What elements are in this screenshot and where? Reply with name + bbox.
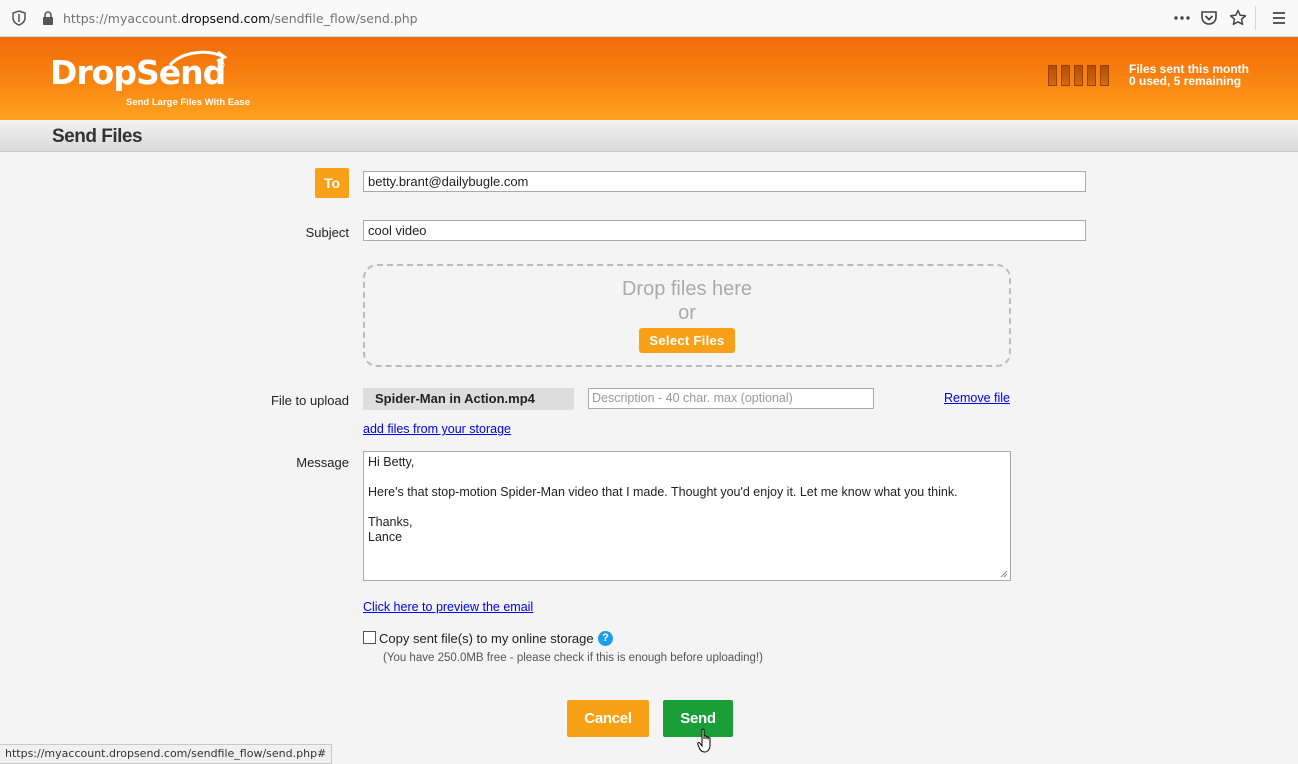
message-label: Message [296,455,349,470]
remove-file-link[interactable]: Remove file [944,391,1010,405]
pocket-icon[interactable] [1200,9,1218,27]
resize-grip-icon[interactable] [999,569,1008,578]
quota-slot [1100,65,1109,86]
subject-label: Subject [305,225,349,240]
add-from-storage-link[interactable]: add files from your storage [363,422,511,436]
preview-email-link[interactable]: Click here to preview the email [363,600,533,614]
dropsend-logo[interactable]: DropSend ® Send Large Files With Ease [50,50,250,108]
hand-cursor-icon [697,728,711,753]
drop-text: Drop files here [621,278,753,300]
more-actions-icon[interactable] [1173,9,1191,27]
lock-icon[interactable] [41,10,55,26]
message-textarea[interactable]: Hi Betty, Here's that stop-motion Spider… [363,451,1011,581]
storage-note: (You have 250.0MB free - please check if… [383,652,763,664]
to-button[interactable]: To [315,168,349,198]
file-name: Spider-Man in Action.mp4 [363,388,574,410]
logo-registered: ® [218,60,225,70]
toolbar-divider [1255,6,1256,30]
quota-text: Files sent this month 0 used, 5 remainin… [1129,63,1249,87]
quota-slot [1048,65,1057,86]
status-bar: https://myaccount.dropsend.com/sendfile_… [0,744,333,764]
menu-icon[interactable] [1270,9,1288,27]
drop-or-text: or [678,302,696,324]
copy-to-storage-checkbox[interactable] [363,631,376,644]
message-text: Hi Betty, Here's that stop-motion Spider… [368,455,958,544]
quota-detail: 0 used, 5 remaining [1129,74,1242,88]
address-bar[interactable]: https://myaccount.dropsend.com/sendfile_… [63,11,418,26]
logo-tagline: Send Large Files With Ease [126,97,250,108]
shield-icon[interactable] [12,10,26,26]
select-files-button[interactable]: Select Files [639,328,735,353]
cancel-button[interactable]: Cancel [567,700,649,737]
quota-slot [1074,65,1083,86]
page-title: Send Files [52,126,143,147]
site-header: DropSend ® Send Large Files With Ease Fi… [0,37,1298,120]
drop-zone[interactable]: Drop files here or Select Files [363,264,1011,367]
description-input[interactable]: Description - 40 char. max (optional) [588,388,874,409]
quota-slot [1087,65,1096,86]
help-icon[interactable]: ? [598,631,613,646]
copy-to-storage-label[interactable]: Copy sent file(s) to my online storage [379,631,594,646]
bookmark-star-icon[interactable] [1229,9,1247,27]
url-path: /sendfile_flow/send.php [270,11,418,26]
browser-toolbar: https://myaccount.dropsend.com/sendfile_… [0,0,1298,37]
subject-field[interactable]: cool video [363,220,1086,241]
url-domain: dropsend.com [181,11,271,26]
quota-meter [1048,65,1113,89]
url-prefix: https://myaccount. [63,11,182,26]
file-label: File to upload [270,393,349,408]
quota-slot [1061,65,1070,86]
to-field[interactable]: betty.brant@dailybugle.com [363,171,1086,192]
page-title-bar: Send Files [0,120,1298,152]
